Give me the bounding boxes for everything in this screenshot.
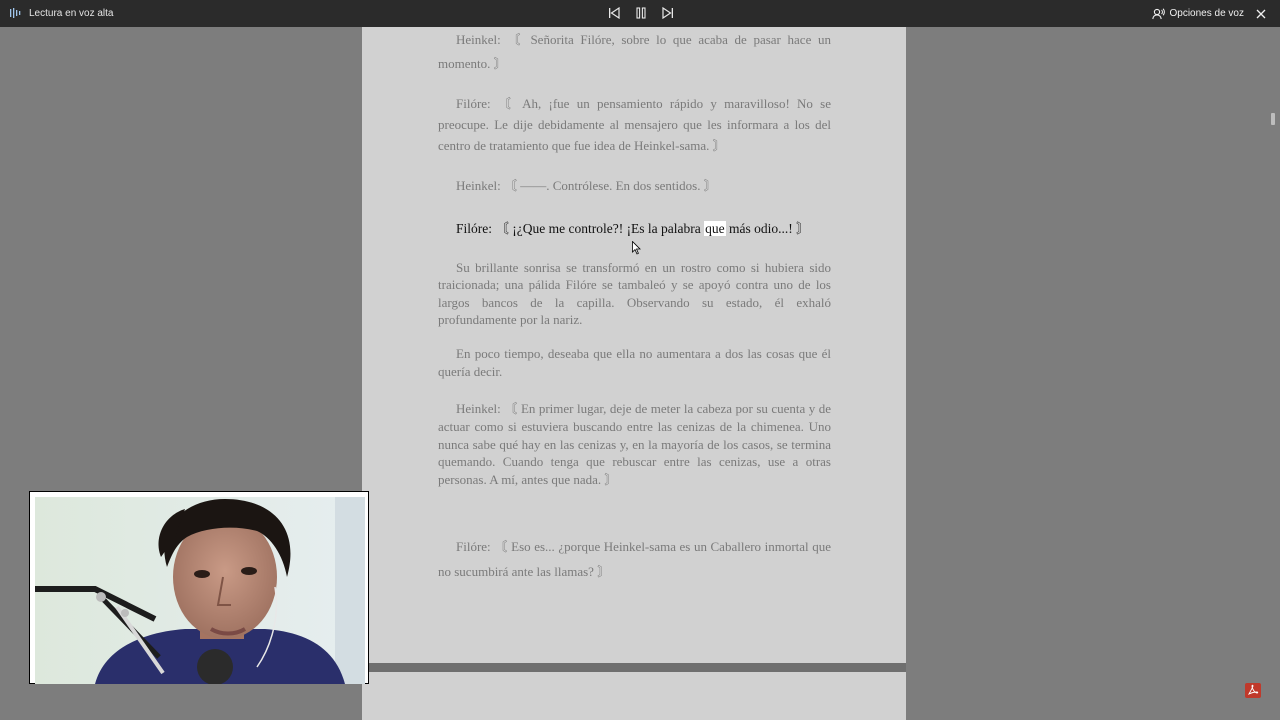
active-text-before: Filóre: 〘 ¡¿Que me controle?! ¡Es la pal… [456, 221, 705, 236]
next-paragraph-button[interactable] [659, 4, 677, 22]
paragraph: Filóre: 〘 Eso es... ¿porque Heinkel-sama… [438, 539, 831, 579]
document-page: Heinkel: 〘 Señorita Filóre, sobre lo que… [362, 27, 906, 663]
scrollbar-thumb[interactable] [1271, 113, 1275, 125]
mouse-cursor-icon [632, 240, 641, 259]
voice-options-label: Opciones de voz [1169, 8, 1245, 19]
previous-paragraph-button[interactable] [605, 4, 623, 22]
page-separator [362, 663, 906, 672]
paragraph: En poco tiempo, deseaba que ella no aume… [438, 346, 831, 379]
paragraph: Heinkel: 〘 Señorita Filóre, sobre lo que… [438, 32, 831, 71]
read-aloud-icon [10, 4, 22, 23]
pause-button[interactable] [632, 4, 650, 22]
playback-controls [605, 4, 677, 22]
toolbar-title: Lectura en voz alta [29, 8, 114, 19]
next-document-page [362, 672, 906, 720]
active-text-after: más odio...! 〙 [725, 221, 810, 236]
pause-icon [636, 7, 646, 19]
read-aloud-title-group: Lectura en voz alta [10, 0, 114, 27]
close-icon [1256, 9, 1266, 18]
previous-paragraph-icon [609, 7, 620, 19]
paragraph: Heinkel: 〘 En primer lugar, deje de mete… [438, 401, 831, 488]
next-paragraph-icon [662, 7, 673, 19]
paragraph: Su brillante sonrisa se transformó en un… [438, 260, 831, 327]
webcam-overlay [29, 491, 369, 684]
pdf-icon[interactable] [1245, 683, 1261, 698]
highlighted-word: que [704, 221, 726, 236]
voice-options-button[interactable]: Opciones de voz [1151, 7, 1245, 20]
close-button[interactable] [1254, 7, 1268, 21]
webcam-video [35, 497, 365, 684]
paragraph: Heinkel: 〘 ——. Contrólese. En dos sentid… [456, 178, 717, 193]
toolbar-right: Opciones de voz [1151, 0, 1269, 27]
paragraph: Filóre: 〘 Ah, ¡fue un pensamiento rápido… [438, 96, 831, 153]
active-paragraph: Filóre: 〘 ¡¿Que me controle?! ¡Es la pal… [456, 220, 836, 238]
read-aloud-toolbar: Lectura en voz alta Opciones de voz [0, 0, 1280, 27]
voice-options-icon [1151, 7, 1165, 19]
